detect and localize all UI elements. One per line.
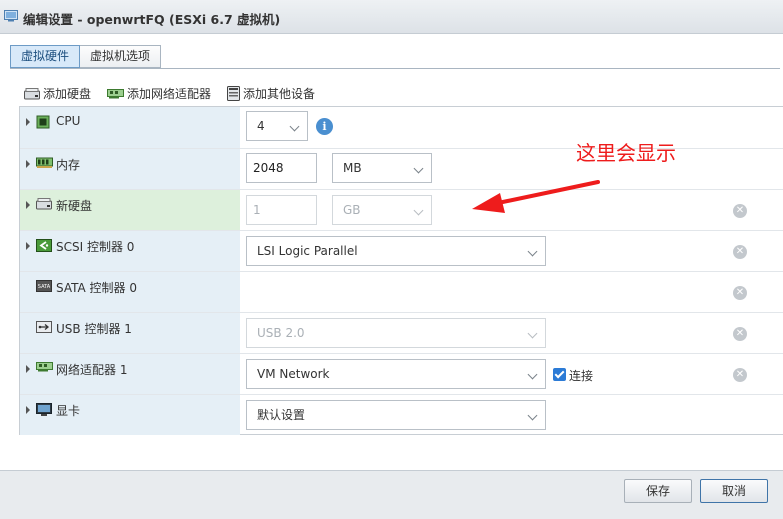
- annotation-arrows: [472, 180, 618, 495]
- annotation-arrow-icon: [472, 180, 600, 213]
- save-button[interactable]: 保存: [624, 479, 692, 503]
- cancel-button[interactable]: 取消: [700, 479, 768, 503]
